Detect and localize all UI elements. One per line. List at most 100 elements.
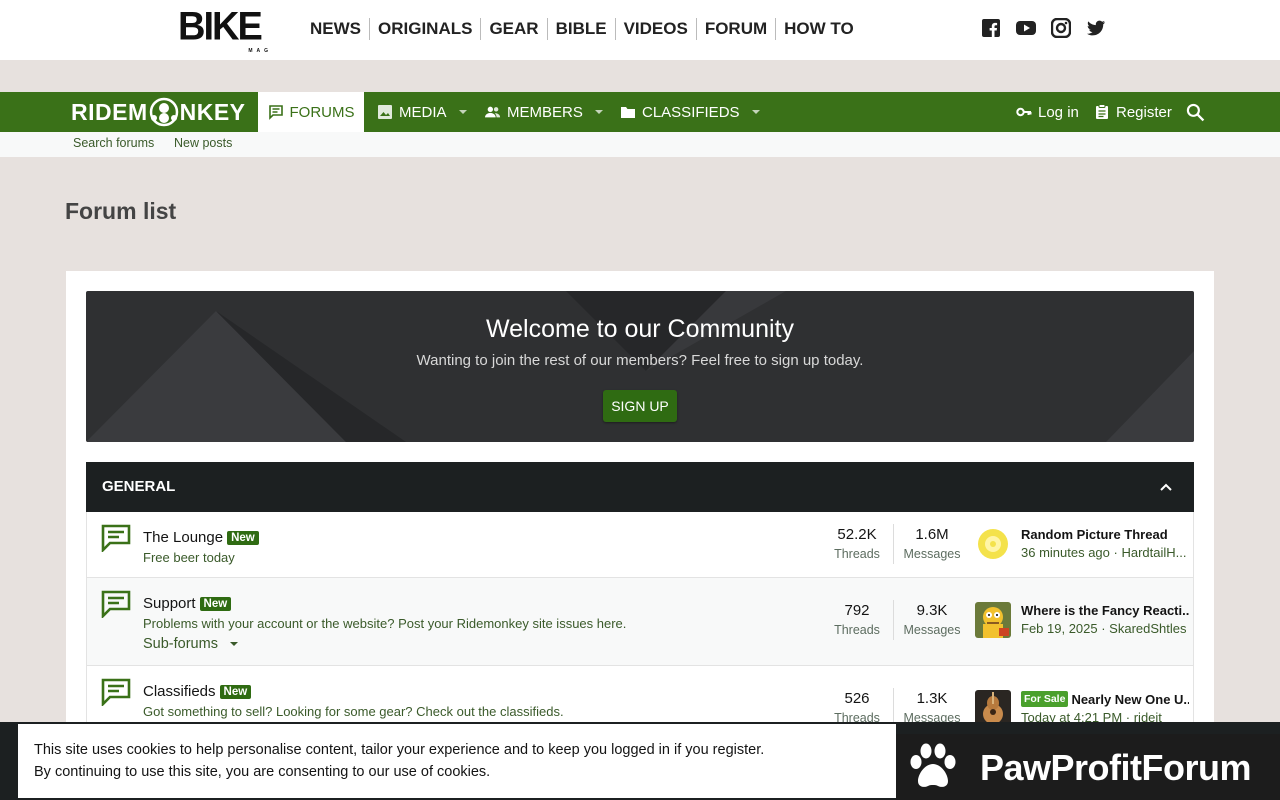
register-label: Register	[1116, 103, 1172, 121]
chevron-down-icon[interactable]	[751, 108, 760, 116]
tab-members[interactable]: MEMBERS	[485, 92, 603, 132]
logo-text-right: NKEY	[179, 98, 246, 125]
bike-nav-forum[interactable]: FORUM	[695, 18, 775, 40]
node-title[interactable]: The Lounge	[143, 529, 223, 546]
messages-stat: 1.6M Messages	[897, 526, 967, 561]
bike-nav-videos[interactable]: VIDEOS	[614, 18, 696, 40]
avatar[interactable]	[975, 526, 1011, 562]
node-title[interactable]: Classifieds	[143, 683, 216, 700]
node-title[interactable]: Support	[143, 595, 196, 612]
bike-nav-gear[interactable]: GEAR	[480, 18, 546, 40]
page-title: Forum list	[65, 198, 177, 224]
tab-classifieds[interactable]: CLASSIFIEDS	[620, 92, 760, 132]
login-link[interactable]: Log in	[1016, 92, 1079, 132]
messages-count: 1.6M	[915, 526, 949, 543]
tab-members-label: MEMBERS	[507, 103, 583, 121]
instagram-icon[interactable]	[1050, 17, 1072, 39]
node-title-row: The Lounge New	[143, 529, 259, 546]
key-icon	[1016, 107, 1032, 117]
folder-icon	[621, 107, 635, 118]
bike-nav-originals[interactable]: ORIGINALS	[369, 18, 480, 40]
facebook-icon[interactable]	[981, 18, 1001, 38]
threads-stat: 792 Threads	[822, 602, 892, 637]
login-label: Log in	[1038, 103, 1079, 121]
social-links	[981, 17, 1106, 39]
chevron-down-icon[interactable]	[458, 108, 467, 116]
last-post-meta[interactable]: 36 minutes ago · HardtailH...	[1021, 545, 1189, 560]
sub-forums-label: Sub-forums	[143, 636, 218, 652]
forum-nav-bar: RIDEM NKEY FORUMS MEDIA MEMBERS CLASSIFI…	[0, 92, 1280, 132]
search-icon	[1186, 103, 1205, 121]
forum-icon	[101, 524, 131, 552]
welcome-title: Welcome to our Community	[486, 315, 794, 343]
node-description: Problems with your account or the websit…	[143, 616, 627, 631]
sub-nav: Search forums New posts	[0, 132, 1280, 157]
forum-node: Support New Problems with your account o…	[86, 578, 1194, 666]
members-icon	[485, 106, 501, 118]
bike-nav-bible[interactable]: BIBLE	[546, 18, 615, 40]
forum-icon	[101, 678, 131, 706]
tab-classifieds-label: CLASSIFIEDS	[642, 103, 740, 121]
messages-stat: 9.3K Messages	[897, 602, 967, 637]
new-posts-link[interactable]: New posts	[174, 136, 232, 150]
last-post-meta[interactable]: Feb 19, 2025 · SkaredShtles	[1021, 621, 1189, 636]
pawprofit-watermark: PawProfitForum	[896, 734, 1280, 800]
welcome-text: Wanting to join the rest of our members?…	[416, 352, 864, 369]
threads-label: Threads	[834, 547, 880, 561]
new-badge: New	[219, 684, 252, 699]
logo-text-left: RIDEM	[71, 98, 148, 125]
register-link[interactable]: Register	[1094, 92, 1172, 132]
cookie-text-line1: This site uses cookies to help personali…	[34, 742, 765, 758]
threads-count: 792	[844, 602, 870, 619]
threads-stat: 526 Threads	[822, 690, 892, 725]
avatar[interactable]	[975, 602, 1011, 638]
forums-icon	[268, 105, 283, 120]
cookie-text-line2: By continuing to use this site, you are …	[34, 764, 491, 780]
bike-nav-how-to[interactable]: HOW TO	[775, 18, 862, 40]
sub-forums-toggle[interactable]: Sub-forums	[143, 636, 238, 652]
last-post-title[interactable]: Where is the Fancy Reacti...	[1021, 603, 1189, 618]
new-badge: New	[227, 530, 259, 545]
bike-logo-text: BIKE	[178, 4, 263, 50]
last-post-title[interactable]: Random Picture Thread	[1021, 527, 1189, 542]
stat-divider	[893, 600, 894, 640]
messages-count: 9.3K	[916, 602, 948, 619]
stat-divider	[893, 524, 894, 564]
paw-icon	[910, 743, 956, 787]
bike-mag-header: BIKE MAG NEWS ORIGINALS GEAR BIBLE VIDEO…	[0, 0, 1280, 60]
messages-label: Messages	[903, 547, 961, 561]
tab-forums-label: FORUMS	[289, 103, 355, 121]
category-title[interactable]: GENERAL	[102, 478, 175, 495]
search-forums-link[interactable]: Search forums	[73, 136, 154, 150]
watermark-text: PawProfitForum	[980, 747, 1252, 788]
threads-stat: 52.2K Threads	[822, 526, 892, 561]
chevron-up-icon[interactable]	[1158, 479, 1174, 495]
messages-count: 1.3K	[916, 690, 948, 707]
bike-mag-logo[interactable]: BIKE MAG	[178, 4, 274, 54]
node-description: Got something to sell? Looking for some …	[143, 704, 564, 719]
threads-count: 526	[844, 690, 870, 707]
last-post-title-text: Nearly New One U...	[1071, 691, 1189, 707]
youtube-icon[interactable]	[1016, 18, 1036, 38]
sign-up-button[interactable]: SIGN UP	[603, 390, 677, 422]
new-badge: New	[199, 596, 232, 611]
tab-forums[interactable]: FORUMS	[258, 92, 364, 132]
twitter-icon[interactable]	[1086, 18, 1106, 38]
last-post-title[interactable]: For Sale Nearly New One U...	[1021, 691, 1189, 707]
bike-nav-news[interactable]: NEWS	[302, 18, 369, 40]
cookie-notice-body: This site uses cookies to help personali…	[18, 724, 896, 798]
search-button[interactable]	[1186, 92, 1211, 132]
tab-media[interactable]: MEDIA	[377, 92, 467, 132]
messages-label: Messages	[903, 623, 961, 637]
image-icon	[378, 105, 392, 119]
threads-count: 52.2K	[837, 526, 877, 543]
monkey-icon	[149, 97, 178, 127]
forum-node: The Lounge New Free beer today 52.2K Thr…	[86, 512, 1194, 578]
avatar[interactable]	[975, 690, 1011, 726]
for-sale-prefix[interactable]: For Sale	[1021, 691, 1069, 707]
node-title-row: Classifieds New	[143, 683, 252, 700]
chevron-down-icon[interactable]	[594, 108, 603, 116]
chevron-down-icon	[229, 642, 238, 646]
ridemonkey-logo[interactable]: RIDEM NKEY	[71, 94, 246, 130]
category-header: GENERAL	[86, 462, 1194, 512]
